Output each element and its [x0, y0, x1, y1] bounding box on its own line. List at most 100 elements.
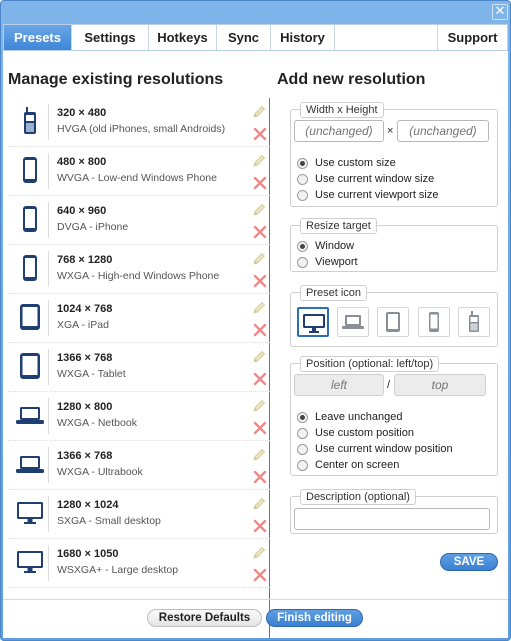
preset-row[interactable]: 1024 × 768 XGA - iPad — [8, 294, 270, 343]
row-divider — [48, 545, 49, 581]
width-input[interactable] — [294, 120, 384, 142]
preset-title: 1280 × 800 — [57, 401, 113, 413]
tab-hotkeys[interactable]: Hotkeys — [149, 25, 217, 50]
top-input[interactable] — [394, 374, 486, 396]
pencil-icon[interactable] — [251, 398, 267, 414]
pencil-icon[interactable] — [251, 202, 267, 218]
radio-dot[interactable] — [297, 444, 308, 455]
footer-divider — [3, 599, 508, 600]
delete-icon[interactable] — [253, 274, 267, 288]
icon-option-feature-phone[interactable] — [458, 307, 490, 337]
icon-option-laptop[interactable] — [337, 307, 369, 337]
preset-description: DVGA - iPhone — [57, 221, 129, 233]
preset-title: 1366 × 768 — [57, 450, 113, 462]
position-legend: Position (optional: left/top) — [300, 356, 440, 372]
tab-history[interactable]: History — [271, 25, 335, 50]
position-fieldset: Position (optional: left/top) / Leave un… — [290, 356, 498, 476]
preset-row[interactable]: 640 × 960 DVGA - iPhone — [8, 196, 270, 245]
main-panel: Manage existing resolutions Add new reso… — [3, 51, 508, 638]
phone-icon — [23, 206, 37, 232]
delete-icon[interactable] — [253, 372, 267, 386]
description-fieldset: Description (optional) — [290, 489, 498, 534]
preset-row[interactable]: 1366 × 768 WXGA - Ultrabook — [8, 441, 270, 490]
radio-dot[interactable] — [297, 428, 308, 439]
pencil-icon[interactable] — [251, 300, 267, 316]
row-divider — [48, 398, 49, 434]
left-input[interactable] — [294, 374, 384, 396]
pencil-icon[interactable] — [251, 251, 267, 267]
delete-icon[interactable] — [253, 127, 267, 141]
phone-icon — [23, 255, 37, 281]
tab-sync[interactable]: Sync — [217, 25, 271, 50]
desktop-icon — [17, 502, 43, 524]
preset-row[interactable]: 768 × 1280 WXGA - High-end Windows Phone — [8, 245, 270, 294]
save-button[interactable]: SAVE — [440, 553, 498, 571]
size-fieldset: Width x Height × Use custom size Use cur… — [290, 102, 498, 207]
preset-row[interactable]: 1366 × 768 WXGA - Tablet — [8, 343, 270, 392]
tab-presets[interactable]: Presets — [4, 25, 72, 50]
tablet-icon — [20, 304, 40, 330]
radio-dot[interactable] — [297, 412, 308, 423]
restore-defaults-button[interactable]: Restore Defaults — [147, 609, 262, 627]
preset-row[interactable]: 480 × 800 WVGA - Low-end Windows Phone — [8, 147, 270, 196]
pencil-icon[interactable] — [251, 545, 267, 561]
row-divider — [48, 251, 49, 287]
row-divider — [48, 447, 49, 483]
tab-settings[interactable]: Settings — [72, 25, 149, 50]
add-heading: Add new resolution — [277, 71, 426, 88]
preset-row[interactable]: 320 × 480 HVGA (old iPhones, small Androi… — [8, 98, 270, 147]
radio-dot[interactable] — [297, 158, 308, 169]
row-divider — [48, 300, 49, 336]
preset-title: 1024 × 768 — [57, 303, 113, 315]
preset-row[interactable]: 1680 × 1050 WSXGA+ - Large desktop — [8, 539, 270, 588]
icon-option-desktop[interactable] — [297, 307, 329, 337]
row-divider — [48, 202, 49, 238]
finish-editing-button[interactable]: Finish editing — [266, 609, 363, 627]
preset-description: WXGA - Netbook — [57, 417, 137, 429]
pencil-icon[interactable] — [251, 496, 267, 512]
radio-dot[interactable] — [297, 460, 308, 471]
description-legend: Description (optional) — [300, 489, 416, 505]
desktop-icon — [17, 551, 43, 573]
feature-phone-icon — [24, 107, 36, 134]
delete-icon[interactable] — [253, 470, 267, 484]
radio-dot[interactable] — [297, 190, 308, 201]
description-input[interactable] — [294, 508, 490, 530]
delete-icon[interactable] — [253, 323, 267, 337]
preset-row[interactable]: 1280 × 800 WXGA - Netbook — [8, 392, 270, 441]
pencil-icon[interactable] — [251, 447, 267, 463]
pencil-icon[interactable] — [251, 104, 267, 120]
close-icon[interactable]: ✕ — [492, 4, 508, 20]
preset-title: 1680 × 1050 — [57, 548, 119, 560]
icon-option-tablet[interactable] — [377, 307, 409, 337]
preset-description: WSXGA+ - Large desktop — [57, 564, 179, 576]
pencil-icon[interactable] — [251, 349, 267, 365]
delete-icon[interactable] — [253, 519, 267, 533]
radio-dot[interactable] — [297, 174, 308, 185]
size-separator: × — [387, 125, 394, 137]
height-input[interactable] — [397, 120, 489, 142]
target-fieldset: Resize target Window Viewport — [290, 218, 498, 272]
delete-icon[interactable] — [253, 421, 267, 435]
delete-icon[interactable] — [253, 568, 267, 582]
row-divider — [48, 496, 49, 532]
preset-title: 480 × 800 — [57, 156, 107, 168]
preset-row[interactable]: 1280 × 1024 SXGA - Small desktop — [8, 490, 270, 539]
radio-dot[interactable] — [297, 241, 308, 252]
laptop-icon — [342, 315, 364, 329]
delete-icon[interactable] — [253, 176, 267, 190]
radio-label: Use custom position — [315, 427, 415, 439]
radio-dot[interactable] — [297, 257, 308, 268]
preset-title: 768 × 1280 — [57, 254, 113, 266]
icon-option-phone[interactable] — [418, 307, 450, 337]
pencil-icon[interactable] — [251, 153, 267, 169]
feature-phone-icon — [469, 311, 479, 332]
tab-support[interactable]: Support — [437, 25, 507, 50]
manage-heading: Manage existing resolutions — [8, 71, 224, 88]
preset-description: WVGA - Low-end Windows Phone — [57, 172, 217, 184]
radio-label: Use current window size — [315, 173, 435, 185]
delete-icon[interactable] — [253, 225, 267, 239]
radio-label: Center on screen — [315, 459, 400, 471]
size-legend: Width x Height — [300, 102, 384, 118]
preset-title: 1366 × 768 — [57, 352, 113, 364]
